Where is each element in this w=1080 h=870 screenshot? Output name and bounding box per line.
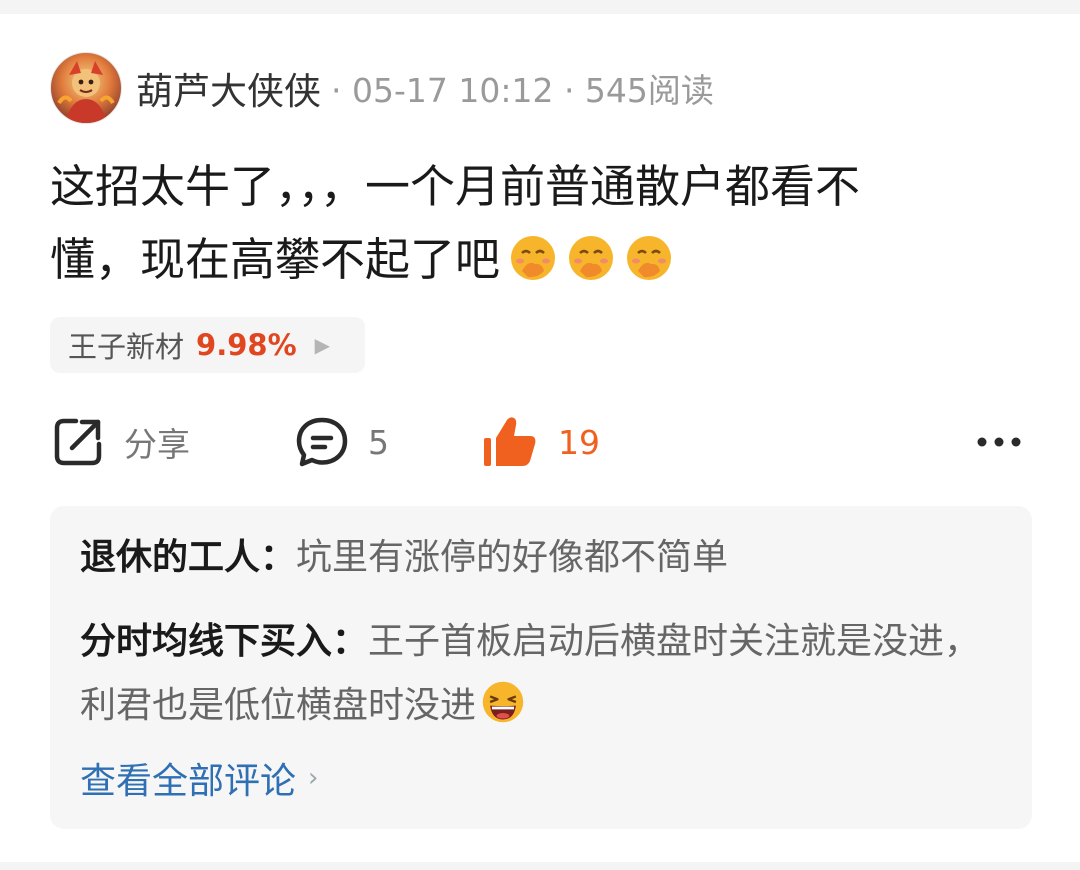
view-all-comments-link[interactable]: 查看全部评论 ›	[80, 752, 318, 804]
comment-author[interactable]: 退休的工人：	[80, 537, 296, 578]
view-all-label: 查看全部评论	[80, 761, 297, 802]
post-content: 这招太牛了，，，一个月前普通散户都看不 懂，现在高攀不起了吧	[50, 150, 1030, 296]
hand-over-mouth-emoji	[511, 236, 556, 280]
more-options-button[interactable]	[976, 410, 1022, 474]
play-arrow-icon: ▶	[314, 333, 331, 357]
like-count: 19	[558, 422, 600, 462]
author-name[interactable]: 葫芦大侠侠	[136, 61, 321, 115]
chevron-right-icon: ›	[308, 763, 319, 793]
thumbs-up-icon	[484, 417, 536, 466]
comment-item[interactable]: 分时均线下买入：王子首板启动后横盘时关注就是没进，利君也是低位横盘时没进	[80, 610, 1010, 738]
comment-text: 坑里有涨停的好像都不简单	[296, 537, 729, 578]
post-meta: · 05-17 10:12 · 545阅读	[331, 71, 714, 110]
avatar-illustration	[57, 61, 115, 123]
stock-name: 王子新材	[68, 330, 185, 364]
stock-tag[interactable]: 王子新材 9.98% ▶	[50, 317, 365, 373]
stock-change: 9.98%	[196, 328, 297, 362]
post-text-line-2-text: 懂，现在高攀不起了吧	[50, 233, 501, 286]
comment-author[interactable]: 分时均线下买入：	[80, 621, 368, 662]
comment-icon	[296, 417, 348, 467]
avatar[interactable]	[50, 52, 122, 124]
hand-over-mouth-emoji	[627, 236, 672, 280]
hand-over-mouth-emoji	[569, 236, 614, 280]
comment-count: 5	[368, 422, 389, 462]
action-bar: 分享 5 19	[50, 410, 1030, 474]
post-text-line-2: 懂，现在高攀不起了吧	[50, 223, 1030, 296]
bottom-divider	[0, 862, 1080, 870]
share-button[interactable]: 分享	[50, 410, 190, 474]
top-divider	[0, 0, 1080, 14]
share-label: 分享	[124, 425, 190, 464]
comment-item[interactable]: 退休的工人：坑里有涨停的好像都不简单	[80, 526, 1010, 590]
post-text-line-1: 这招太牛了，，，一个月前普通散户都看不	[50, 160, 861, 213]
laughing-emoji	[482, 681, 524, 723]
post-header: 葫芦大侠侠 · 05-17 10:12 · 545阅读	[50, 52, 714, 124]
more-dots-icon	[977, 437, 1021, 447]
share-icon	[54, 418, 102, 466]
comment-button[interactable]: 5	[294, 410, 389, 474]
like-button[interactable]: 19	[482, 410, 600, 474]
comments-preview: 退休的工人：坑里有涨停的好像都不简单 分时均线下买入：王子首板启动后横盘时关注就…	[50, 506, 1032, 829]
